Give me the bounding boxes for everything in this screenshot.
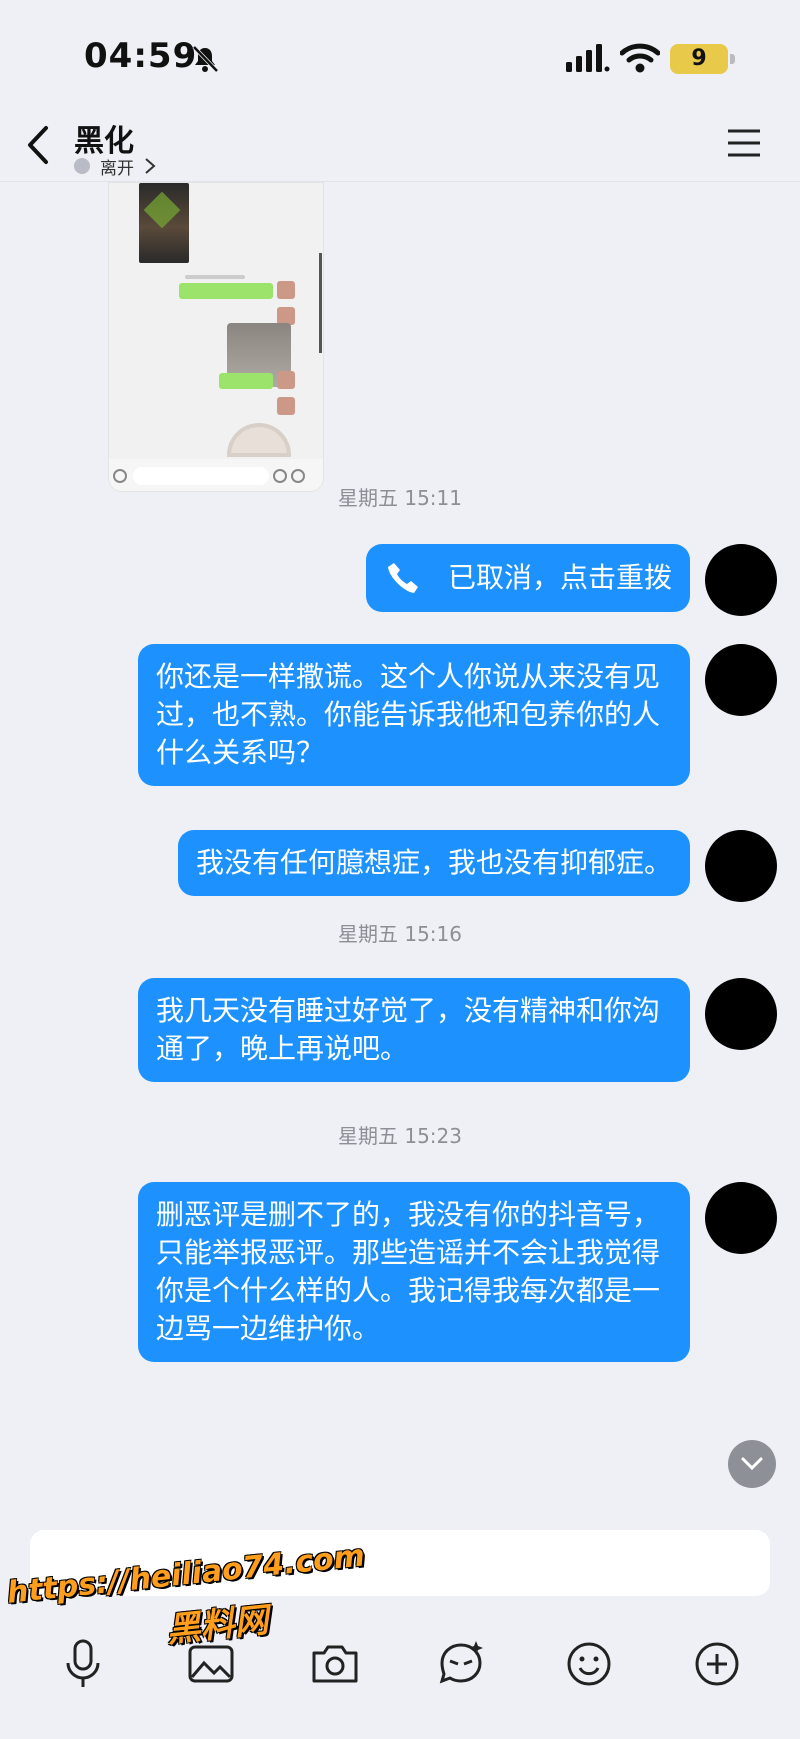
input-toolbar bbox=[0, 1635, 800, 1725]
presence-status[interactable]: 离开 bbox=[74, 154, 158, 179]
call-status-text: 已取消，点击重拨 bbox=[447, 561, 672, 594]
avatar[interactable] bbox=[705, 644, 777, 716]
cellular-signal-icon bbox=[566, 44, 610, 72]
avatar[interactable] bbox=[705, 978, 777, 1050]
call-message[interactable]: 已取消，点击重拨 bbox=[365, 544, 690, 612]
plus-icon[interactable] bbox=[688, 1635, 746, 1693]
screenshot-image-message[interactable] bbox=[108, 182, 324, 492]
phone-icon bbox=[387, 563, 418, 593]
back-chevron-icon[interactable] bbox=[22, 122, 56, 168]
chevron-down-icon bbox=[741, 1457, 763, 1471]
timestamp: 星期五 15:23 bbox=[338, 1124, 462, 1148]
timestamp: 星期五 15:11 bbox=[338, 486, 462, 510]
battery-level: 9 bbox=[691, 46, 707, 71]
chat-messages[interactable]: 星期五 15:11 已取消，点击重拨 你还是一样撒谎。这个人你说从来没有见过，也… bbox=[0, 182, 800, 1515]
sticker-icon[interactable] bbox=[432, 1635, 490, 1693]
status-time: 04:59 bbox=[84, 36, 198, 76]
bell-muted-icon bbox=[192, 45, 219, 73]
menu-icon[interactable] bbox=[724, 126, 764, 160]
avatar[interactable] bbox=[705, 830, 777, 902]
message-bubble[interactable]: 我几天没有睡过好觉了，没有精神和你沟通了，晚上再说吧。 bbox=[138, 978, 690, 1082]
battery-icon: 9 bbox=[670, 44, 735, 74]
message-bubble[interactable]: 删恶评是删不了的，我没有你的抖音号，只能举报恶评。那些造谣并不会让我觉得你是个什… bbox=[138, 1182, 690, 1362]
message-bubble[interactable]: 你还是一样撒谎。这个人你说从来没有见过，也不熟。你能告诉我他和包养你的人什么关系… bbox=[138, 644, 690, 786]
camera-icon[interactable] bbox=[306, 1635, 364, 1693]
clock-icon bbox=[74, 158, 90, 174]
status-bar: 04:59 9 bbox=[0, 0, 800, 110]
timestamp: 星期五 15:16 bbox=[338, 922, 462, 946]
message-bubble[interactable]: 我没有任何臆想症，我也没有抑郁症。 bbox=[177, 830, 690, 896]
wifi-icon bbox=[620, 43, 660, 73]
microphone-icon[interactable] bbox=[54, 1635, 112, 1693]
chevron-right-icon bbox=[145, 158, 156, 174]
presence-label: 离开 bbox=[100, 158, 134, 179]
avatar[interactable] bbox=[705, 1182, 777, 1254]
chat-header: 黑化 离开 bbox=[0, 110, 800, 182]
avatar[interactable] bbox=[705, 544, 777, 616]
emoji-icon[interactable] bbox=[560, 1635, 618, 1693]
scroll-to-bottom-button[interactable] bbox=[728, 1440, 776, 1488]
